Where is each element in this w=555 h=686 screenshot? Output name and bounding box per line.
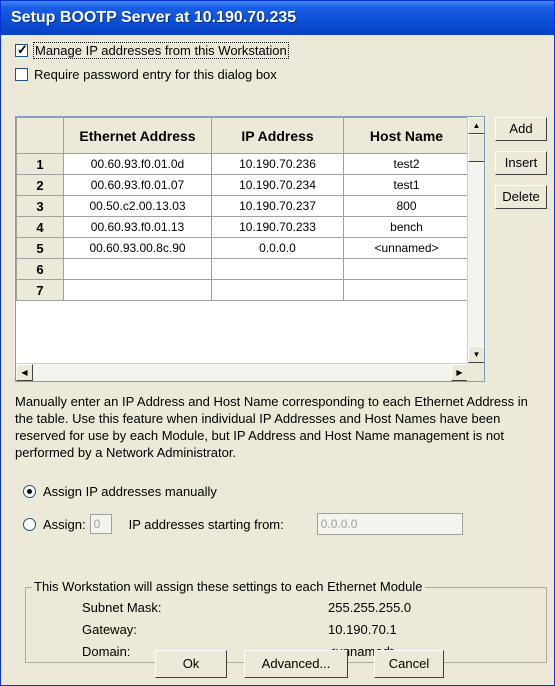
ethernet-cell[interactable]: 00.50.c2.00.13.03 bbox=[63, 195, 212, 217]
radio-dot-icon bbox=[27, 489, 32, 494]
checkmark-icon: ✓ bbox=[17, 42, 28, 57]
host-cell[interactable] bbox=[343, 279, 470, 301]
manage-ip-option[interactable]: ✓ Manage IP addresses from this Workstat… bbox=[15, 42, 289, 59]
row-number[interactable]: 3 bbox=[16, 195, 64, 217]
assign-auto-prefix: Assign: bbox=[43, 516, 86, 532]
row-number[interactable]: 4 bbox=[16, 216, 64, 238]
column-header-ethernet[interactable]: Ethernet Address bbox=[63, 117, 212, 154]
ethernet-cell[interactable]: 00.60.93.f0.01.07 bbox=[63, 174, 212, 196]
dialog-title: Setup BOOTP Server at 10.190.70.235 bbox=[1, 1, 554, 35]
delete-button-label: Delete bbox=[502, 189, 540, 204]
insert-button[interactable]: Insert bbox=[495, 151, 547, 175]
require-password-label: Require password entry for this dialog b… bbox=[34, 67, 277, 82]
manage-ip-checkbox[interactable]: ✓ bbox=[15, 42, 28, 57]
scroll-up-arrow-icon[interactable]: ▲ bbox=[468, 117, 484, 134]
assign-auto-radio[interactable] bbox=[23, 517, 36, 531]
cancel-button[interactable]: Cancel bbox=[374, 650, 444, 678]
row-number[interactable]: 7 bbox=[16, 279, 64, 301]
ip-cell[interactable]: 10.190.70.234 bbox=[211, 174, 344, 196]
host-cell[interactable]: 800 bbox=[343, 195, 470, 217]
ethernet-cell[interactable]: 00.60.93.f0.01.0d bbox=[63, 153, 212, 175]
table-row[interactable]: 1 00.60.93.f0.01.0d 10.190.70.236 test2 bbox=[16, 153, 470, 175]
require-password-option[interactable]: Require password entry for this dialog b… bbox=[15, 67, 277, 82]
ok-button-label: Ok bbox=[182, 656, 200, 671]
add-button[interactable]: Add bbox=[495, 117, 547, 141]
host-cell[interactable]: <unnamed> bbox=[343, 237, 470, 259]
assign-manual-label: Assign IP addresses manually bbox=[43, 484, 217, 499]
table-row[interactable]: 4 00.60.93.f0.01.13 10.190.70.233 bench bbox=[16, 216, 470, 238]
delete-button[interactable]: Delete bbox=[495, 185, 547, 209]
gateway-label: Gateway: bbox=[82, 622, 137, 637]
bootp-setup-dialog: Setup BOOTP Server at 10.190.70.235 ✓ Ma… bbox=[0, 0, 555, 686]
assign-manual-option[interactable]: Assign IP addresses manually bbox=[23, 484, 217, 499]
gateway-value: 10.190.70.1 bbox=[328, 622, 397, 637]
ok-button[interactable]: Ok bbox=[155, 650, 227, 678]
column-header-host[interactable]: Host Name bbox=[343, 117, 470, 154]
row-number[interactable]: 2 bbox=[16, 174, 64, 196]
advanced-button-label: Advanced... bbox=[261, 656, 331, 671]
manage-ip-label: Manage IP addresses from this Workstatio… bbox=[33, 42, 289, 59]
host-cell[interactable]: bench bbox=[343, 216, 470, 238]
ip-cell[interactable] bbox=[211, 258, 344, 280]
require-password-checkbox[interactable] bbox=[15, 68, 28, 81]
assign-auto-suffix: IP addresses starting from: bbox=[128, 516, 284, 532]
ip-cell[interactable]: 10.190.70.233 bbox=[211, 216, 344, 238]
settings-group-title: This Workstation will assign these setti… bbox=[32, 579, 425, 594]
ethernet-cell[interactable]: 00.60.93.00.8c.90 bbox=[63, 237, 212, 259]
subnet-value: 255.255.255.0 bbox=[328, 600, 412, 615]
ethernet-cell[interactable] bbox=[63, 258, 212, 280]
cancel-button-label: Cancel bbox=[388, 656, 430, 671]
assign-manual-radio[interactable] bbox=[23, 485, 36, 498]
address-table[interactable]: Ethernet Address IP Address Host Name 1 … bbox=[15, 116, 485, 382]
table-row[interactable]: 2 00.60.93.f0.01.07 10.190.70.234 test1 bbox=[16, 174, 470, 196]
scrollbar-corner bbox=[467, 363, 484, 381]
ethernet-cell[interactable]: 00.60.93.f0.01.13 bbox=[63, 216, 212, 238]
table-row[interactable]: 5 00.60.93.00.8c.90 0.0.0.0 <unnamed> bbox=[16, 237, 470, 259]
table-row[interactable]: 7 bbox=[16, 279, 470, 301]
assign-count-input[interactable]: 0 bbox=[89, 514, 112, 534]
ip-cell[interactable]: 10.190.70.236 bbox=[211, 153, 344, 175]
ip-cell[interactable] bbox=[211, 279, 344, 301]
row-number[interactable]: 5 bbox=[16, 237, 64, 259]
advanced-button[interactable]: Advanced... bbox=[244, 650, 348, 678]
insert-button-label: Insert bbox=[504, 155, 538, 170]
domain-label: Domain: bbox=[82, 644, 131, 659]
start-address-input[interactable]: 0.0.0.0 bbox=[316, 513, 463, 535]
table-row[interactable]: 3 00.50.c2.00.13.03 10.190.70.237 800 bbox=[16, 195, 470, 217]
row-number[interactable]: 1 bbox=[16, 153, 64, 175]
add-button-label: Add bbox=[509, 121, 533, 136]
assign-auto-option[interactable]: Assign: 0 IP addresses starting from: 0.… bbox=[23, 513, 463, 535]
vertical-scrollbar[interactable]: ▲ ▼ bbox=[467, 117, 484, 363]
ethernet-cell[interactable] bbox=[63, 279, 212, 301]
host-cell[interactable]: test2 bbox=[343, 153, 470, 175]
table-corner-header bbox=[16, 117, 64, 154]
horizontal-scrollbar[interactable]: ◀ ▶ bbox=[16, 363, 468, 381]
host-cell[interactable]: test1 bbox=[343, 174, 470, 196]
scroll-left-arrow-icon[interactable]: ◀ bbox=[16, 364, 33, 381]
subnet-label: Subnet Mask: bbox=[82, 600, 162, 615]
row-number[interactable]: 6 bbox=[16, 258, 64, 280]
scroll-down-arrow-icon[interactable]: ▼ bbox=[468, 346, 484, 363]
column-header-ip[interactable]: IP Address bbox=[211, 117, 344, 154]
vertical-scroll-thumb[interactable] bbox=[468, 134, 484, 162]
host-cell[interactable] bbox=[343, 258, 470, 280]
table-row[interactable]: 6 bbox=[16, 258, 470, 280]
ip-cell[interactable]: 10.190.70.237 bbox=[211, 195, 344, 217]
help-text: Manually enter an IP Address and Host Na… bbox=[15, 394, 528, 460]
scroll-right-arrow-icon[interactable]: ▶ bbox=[451, 364, 468, 381]
ip-cell[interactable]: 0.0.0.0 bbox=[211, 237, 344, 259]
